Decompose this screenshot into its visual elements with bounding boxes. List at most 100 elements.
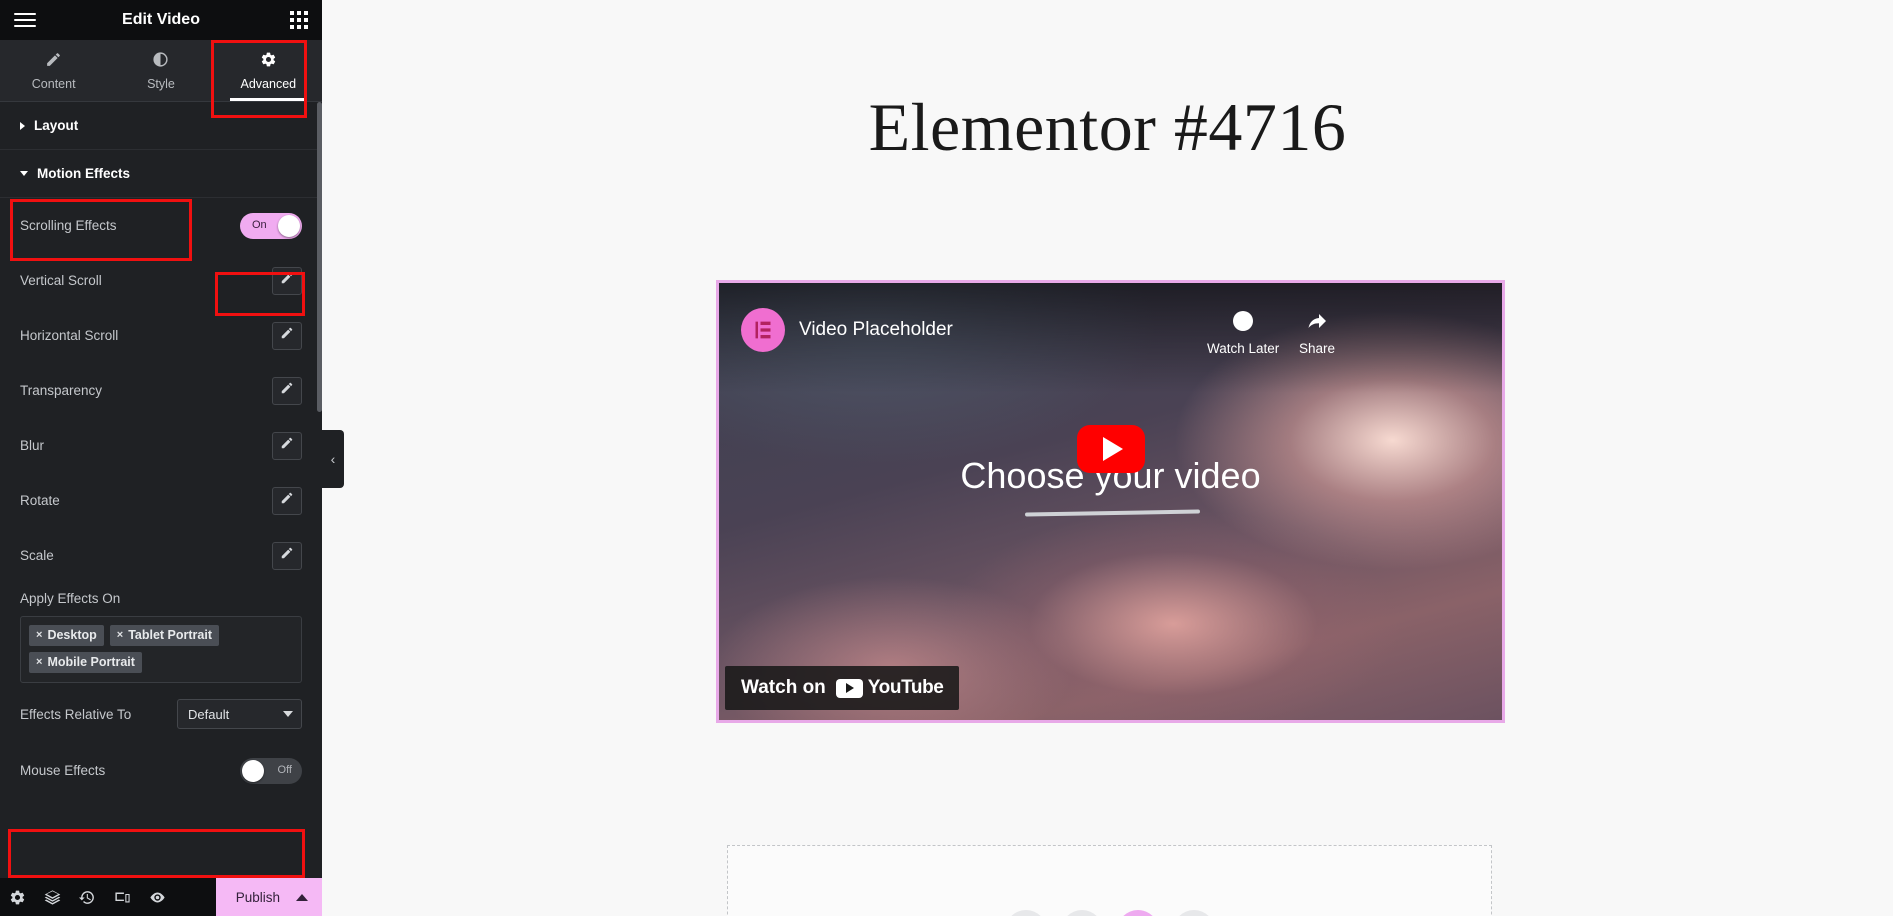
tag-tablet-portrait-label: Tablet Portrait [128, 628, 213, 642]
mouse-effects-state: Off [277, 763, 292, 776]
apply-effects-on-label: Apply Effects On [20, 591, 121, 606]
panel-body: Layout Motion Effects Scrolling Effects … [0, 102, 322, 878]
share-arrow-icon [1305, 309, 1329, 336]
panel-header: Edit Video [0, 0, 322, 40]
tag-mobile-portrait-label: Mobile Portrait [47, 655, 135, 669]
settings-gear-icon[interactable] [0, 889, 35, 906]
vertical-scroll-label: Vertical Scroll [20, 273, 102, 288]
video-widget[interactable]: Video Placeholder Watch Later Share Choo… [716, 280, 1505, 723]
empty-section-dropzone[interactable] [727, 845, 1492, 916]
tag-remove-icon[interactable]: × [36, 656, 42, 668]
page-title: Elementor #4716 [868, 89, 1347, 165]
publish-button[interactable]: Publish [215, 878, 322, 916]
toggle-knob [278, 214, 300, 237]
share-label: Share [1299, 341, 1336, 356]
tag-tablet-portrait[interactable]: × Tablet Portrait [109, 625, 220, 646]
pencil-icon [280, 326, 294, 345]
tag-desktop[interactable]: × Desktop [29, 625, 104, 646]
section-layout[interactable]: Layout [0, 102, 322, 150]
transparency-edit-button[interactable] [272, 376, 302, 405]
scale-label: Scale [20, 548, 54, 563]
tab-content-label: Content [31, 76, 76, 91]
section-layout-label: Layout [34, 118, 79, 133]
share-button[interactable]: Share [1299, 309, 1335, 356]
section-motion-effects-label: Motion Effects [37, 166, 130, 181]
editor-panel: Edit Video Content Style Advanced Layout… [0, 0, 322, 916]
rotate-edit-button[interactable] [272, 486, 302, 515]
page-canvas: Elementor #4716 Video Placeholder Watch … [322, 0, 1893, 916]
video-title: Video Placeholder [799, 319, 953, 340]
effects-relative-to-select[interactable]: Default [177, 699, 302, 729]
blur-edit-button[interactable] [272, 431, 302, 460]
row-effects-relative-to: Effects Relative To Default [0, 683, 322, 743]
add-folder-circle[interactable] [1172, 910, 1215, 916]
section-motion-effects[interactable]: Motion Effects [0, 150, 322, 198]
tag-remove-icon[interactable]: × [117, 629, 123, 641]
rotate-label: Rotate [20, 493, 60, 508]
hamburger-menu-icon[interactable] [14, 9, 36, 31]
watch-on-label: Watch on [741, 677, 826, 698]
panel-scrollbar-thumb[interactable] [317, 102, 322, 412]
elementor-logo-icon [741, 308, 785, 352]
tab-content[interactable]: Content [0, 40, 107, 101]
youtube-logo-icon: YouTube [835, 677, 944, 699]
add-section-circle[interactable] [1004, 910, 1047, 916]
row-scale: Scale [0, 528, 322, 583]
vertical-scroll-edit-button[interactable] [272, 266, 302, 295]
chevron-down-icon [20, 171, 28, 176]
scrolling-effects-label: Scrolling Effects [20, 218, 117, 233]
play-triangle [1102, 437, 1123, 461]
scrolling-effects-toggle[interactable]: On [240, 212, 302, 239]
tab-style[interactable]: Style [107, 40, 214, 101]
toggle-knob [242, 759, 264, 782]
watch-on-youtube-button[interactable]: Watch on YouTube [725, 666, 960, 710]
row-mouse-effects: Mouse Effects Off [0, 743, 322, 798]
effects-relative-to-label: Effects Relative To [20, 706, 132, 722]
effects-relative-to-value: Default [188, 706, 230, 722]
apply-effects-on-tags[interactable]: × Desktop × Tablet Portrait × Mobile Por… [20, 616, 302, 683]
pencil-icon [280, 491, 294, 510]
apps-grid-icon[interactable] [290, 11, 308, 29]
tag-desktop-label: Desktop [47, 628, 97, 642]
publish-label: Publish [235, 889, 280, 905]
clock-icon [1231, 309, 1255, 336]
history-clock-icon[interactable] [70, 889, 105, 906]
navigator-layers-icon[interactable] [35, 889, 70, 906]
transparency-label: Transparency [20, 383, 103, 398]
preview-eye-icon[interactable] [140, 889, 175, 906]
chevron-right-icon [20, 121, 25, 130]
pencil-icon [45, 51, 62, 71]
add-element-buttons [1004, 910, 1215, 916]
horizontal-scroll-edit-button[interactable] [272, 321, 302, 350]
tag-remove-icon[interactable]: × [36, 629, 42, 641]
scale-edit-button[interactable] [272, 541, 302, 570]
panel-footer: Publish [0, 878, 322, 916]
row-rotate: Rotate [0, 473, 322, 528]
youtube-label: YouTube [867, 677, 944, 698]
mouse-effects-toggle[interactable]: Off [240, 757, 302, 784]
chevron-up-icon[interactable] [296, 893, 308, 901]
youtube-play-icon[interactable] [1076, 425, 1145, 473]
mouse-effects-label: Mouse Effects [20, 763, 106, 778]
tab-advanced[interactable]: Advanced [214, 40, 322, 101]
panel-tabs: Content Style Advanced [0, 40, 322, 102]
add-widget-circle[interactable] [1116, 910, 1159, 916]
tag-mobile-portrait[interactable]: × Mobile Portrait [29, 652, 142, 673]
row-blur: Blur [0, 418, 322, 473]
watch-later-button[interactable]: Watch Later [1207, 309, 1279, 356]
horizontal-scroll-label: Horizontal Scroll [20, 328, 119, 343]
tab-advanced-label: Advanced [240, 76, 297, 91]
chevron-down-icon [283, 711, 293, 717]
responsive-mode-icon[interactable] [105, 889, 140, 906]
scrolling-effects-state: On [252, 218, 267, 231]
panel-collapse-handle[interactable]: ‹ [322, 430, 344, 488]
row-scrolling-effects: Scrolling Effects On [0, 198, 322, 253]
add-template-circle[interactable] [1060, 910, 1103, 916]
tab-style-label: Style [147, 76, 175, 91]
pencil-icon [280, 271, 294, 290]
contrast-icon [152, 51, 169, 71]
pencil-icon [280, 546, 294, 565]
pencil-icon [280, 381, 294, 400]
row-horizontal-scroll: Horizontal Scroll [0, 308, 322, 363]
panel-title: Edit Video [122, 11, 200, 28]
